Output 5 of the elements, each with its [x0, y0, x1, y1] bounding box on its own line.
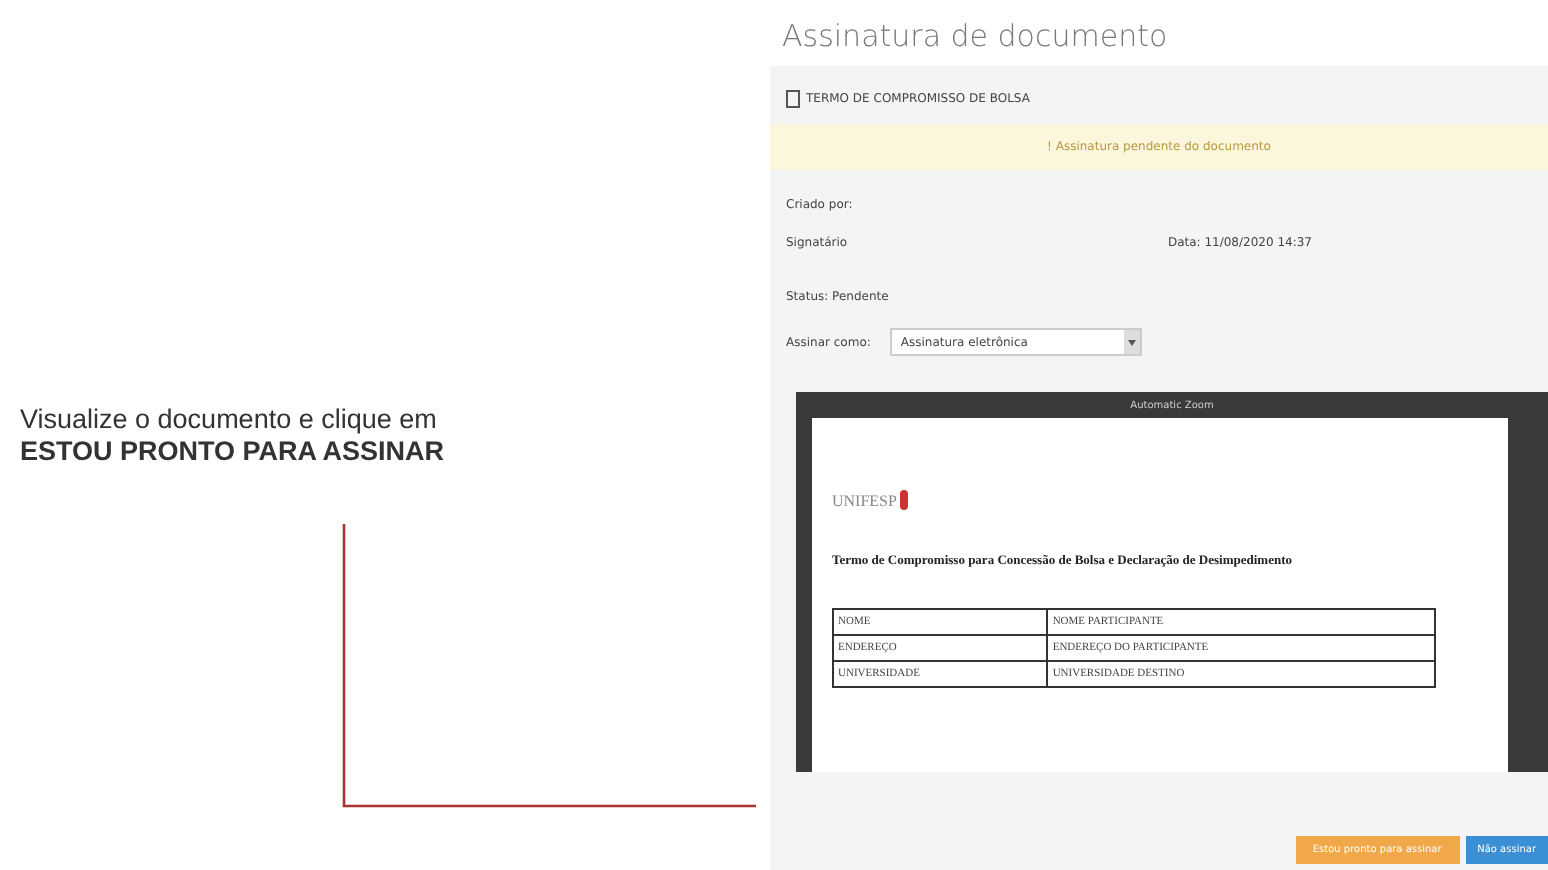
caret-icon	[1124, 330, 1141, 354]
instruction-text: Visualize o documento e clique em ESTOU PRONTO PARA ASSINAR	[20, 404, 447, 468]
logo-text: UNIFESP	[832, 491, 897, 509]
page-title: Assinatura de documento	[780, 16, 1170, 58]
document-icon	[786, 90, 800, 108]
